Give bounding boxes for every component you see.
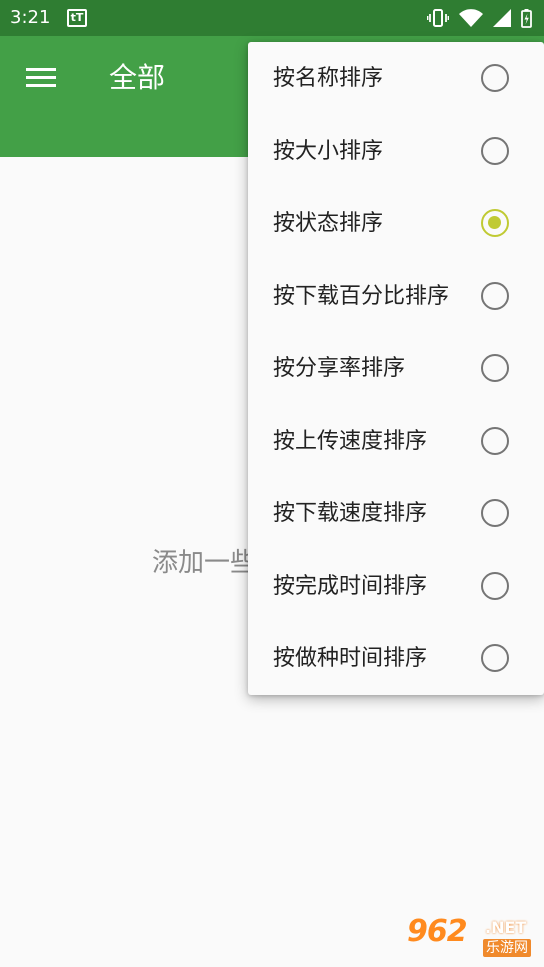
menu-item-label: 按上传速度排序 — [273, 428, 428, 454]
vibrate-icon — [427, 9, 449, 27]
sort-by-size-option[interactable]: 按大小排序 — [248, 115, 544, 187]
wifi-icon — [459, 9, 483, 27]
menu-item-label: 按状态排序 — [273, 211, 384, 236]
sort-by-upload-speed-option[interactable]: 按上传速度排序 — [248, 405, 544, 477]
menu-item-label: 按下载速度排序 — [273, 501, 428, 526]
hamburger-menu-icon[interactable] — [26, 66, 58, 90]
radio-button[interactable] — [481, 426, 509, 455]
sort-by-seeding-time-option[interactable]: 按做种时间排序 — [248, 622, 544, 694]
battery-icon — [521, 8, 532, 28]
sort-by-share-ratio-option[interactable]: 按分享率排序 — [248, 332, 544, 404]
radio-button[interactable] — [481, 571, 509, 600]
watermark-number: 962 — [407, 914, 468, 949]
menu-item-label: 按下载百分比排序 — [273, 283, 450, 309]
menu-item-label: 按名称排序 — [273, 66, 384, 91]
radio-button[interactable] — [481, 136, 509, 165]
sort-menu: 按名称排序 按大小排序 按状态排序 按下载百分比排序 按分享率排序 按上传速度排… — [248, 42, 544, 695]
page-title: 全部 — [109, 61, 166, 94]
radio-button[interactable] — [481, 281, 509, 310]
status-icons — [427, 8, 532, 28]
signal-icon — [493, 9, 511, 27]
radio-button[interactable] — [481, 644, 509, 672]
status-time: 3:21 — [10, 7, 51, 28]
sort-by-download-percent-option[interactable]: 按下载百分比排序 — [248, 260, 544, 332]
watermark-domain: .NET — [485, 918, 527, 937]
sort-by-download-speed-option[interactable]: 按下载速度排序 — [248, 477, 544, 549]
menu-item-label: 按分享率排序 — [273, 356, 406, 381]
menu-item-label: 按完成时间排序 — [273, 573, 428, 599]
empty-state-hint: 添加一些 — [152, 548, 257, 578]
radio-button[interactable] — [481, 354, 509, 382]
menu-item-label: 按大小排序 — [273, 138, 384, 164]
sort-by-name-option[interactable]: 按名称排序 — [248, 42, 544, 114]
site-watermark: 962 .NET 乐游网 — [403, 915, 537, 961]
status-bar: 3:21 tT — [0, 0, 544, 36]
sort-by-completion-time-option[interactable]: 按完成时间排序 — [248, 550, 544, 622]
radio-button[interactable] — [481, 499, 509, 527]
watermark-site-name: 乐游网 — [483, 939, 531, 957]
menu-item-label: 按做种时间排序 — [273, 646, 428, 671]
radio-button[interactable] — [481, 64, 509, 92]
notification-app-icon: tT — [67, 9, 87, 27]
sort-by-status-option[interactable]: 按状态排序 — [248, 187, 544, 259]
radio-button-checked[interactable] — [481, 209, 509, 237]
